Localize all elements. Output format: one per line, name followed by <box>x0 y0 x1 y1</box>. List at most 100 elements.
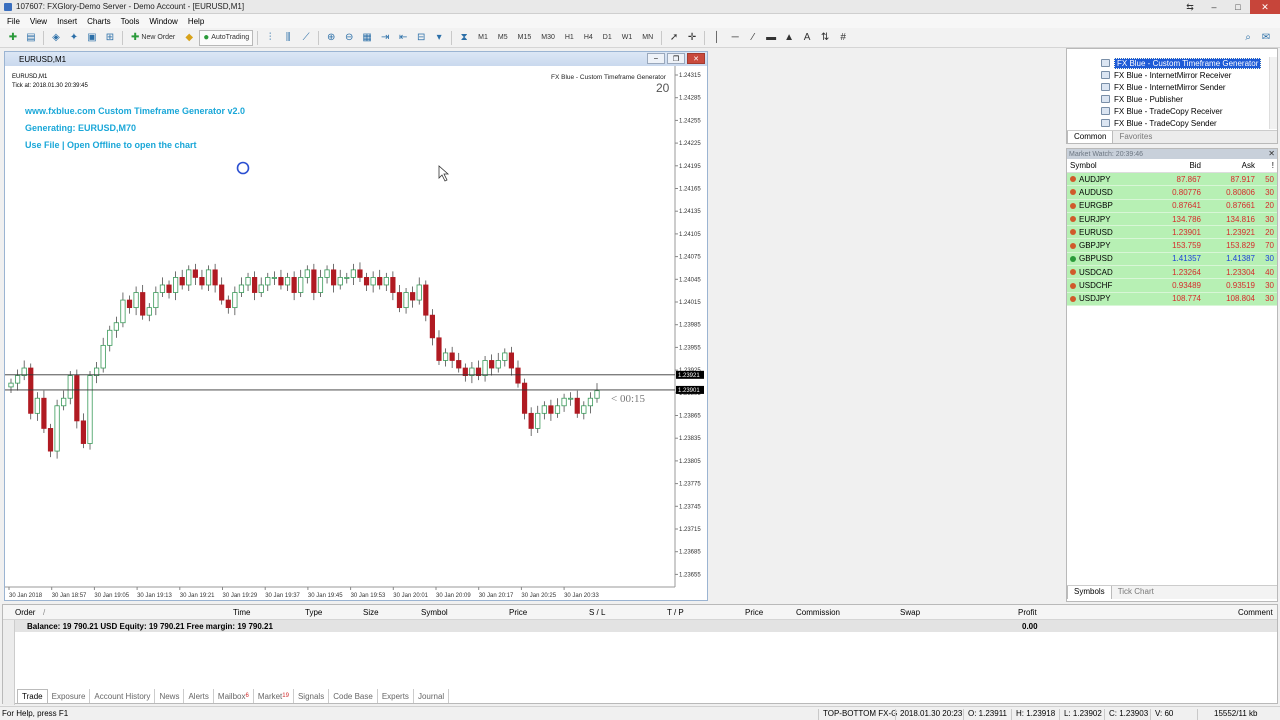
terminal-side-tab[interactable] <box>3 620 15 705</box>
column-profit[interactable]: Profit <box>1018 608 1037 617</box>
market-row[interactable]: AUDJPY 87.867 87.917 50 <box>1067 173 1277 187</box>
column-tp[interactable]: T / P <box>667 608 684 617</box>
new-order-button[interactable]: ✚ New Order <box>127 30 179 46</box>
column-current-price[interactable]: Price <box>745 608 763 617</box>
navigator-item[interactable]: FX Blue - TradeCopy Sender <box>1067 117 1273 129</box>
zoom-out-icon[interactable]: ⊖ <box>341 30 357 46</box>
text-icon[interactable]: A <box>799 30 815 46</box>
column-price[interactable]: Price <box>509 608 527 617</box>
timeframe-m5[interactable]: M5 <box>494 30 512 46</box>
menu-file[interactable]: File <box>2 17 25 26</box>
market-row[interactable]: GBPUSD 1.41357 1.41387 30 <box>1067 252 1277 267</box>
chart-shift-icon[interactable]: ⇤ <box>395 30 411 46</box>
timeframe-h4[interactable]: H4 <box>580 30 597 46</box>
terminal-tab-experts[interactable]: Experts <box>378 689 414 703</box>
column-symbol[interactable]: Symbol <box>421 608 448 617</box>
tab-favorites[interactable]: Favorites <box>1113 131 1158 143</box>
terminal-tab-account-history[interactable]: Account History <box>90 689 156 703</box>
chat-icon[interactable]: ✉ <box>1258 30 1274 46</box>
column-order[interactable]: Order <box>15 608 35 617</box>
column-size[interactable]: Size <box>363 608 379 617</box>
terminal-tab-exposure[interactable]: Exposure <box>48 689 91 703</box>
fibonacci-icon[interactable]: ▲ <box>781 30 797 46</box>
market-watch-icon[interactable]: ◈ <box>48 30 64 46</box>
terminal-icon[interactable]: ⊞ <box>102 30 118 46</box>
chart-close-button[interactable]: ✕ <box>687 53 705 64</box>
column-symbol[interactable]: Symbol <box>1067 161 1147 170</box>
tab-common[interactable]: Common <box>1067 131 1114 143</box>
navigator-item[interactable]: FX Blue - InternetMirror Sender <box>1067 81 1273 93</box>
autotrading-button[interactable]: ● AutoTrading <box>199 29 254 46</box>
market-row[interactable]: USDCHF 0.93489 0.93519 30 <box>1067 279 1277 293</box>
market-row[interactable]: EURUSD 1.23901 1.23921 20 <box>1067 226 1277 240</box>
timeframe-h1[interactable]: H1 <box>561 30 578 46</box>
market-row[interactable]: USDCAD 1.23264 1.23304 40 <box>1067 266 1277 280</box>
terminal-tab-news[interactable]: News <box>155 689 185 703</box>
profiles-icon[interactable]: ▤ <box>23 30 39 46</box>
column-spread[interactable]: ! <box>1255 161 1277 170</box>
restore-window-button[interactable]: ⇆ <box>1178 0 1202 14</box>
menu-insert[interactable]: Insert <box>52 17 82 26</box>
price-chart[interactable]: 1.24315 1.24285 1.24255 1.24225 1.24195 1.241… <box>5 66 707 600</box>
arrows-dropdown-icon[interactable]: ⇅ <box>817 30 833 46</box>
chart-minimize-button[interactable]: – <box>647 53 665 64</box>
menu-charts[interactable]: Charts <box>82 17 116 26</box>
timeframe-m1[interactable]: M1 <box>474 30 492 46</box>
objects-icon[interactable]: # <box>835 30 851 46</box>
crosshair-icon[interactable]: ✛ <box>684 30 700 46</box>
data-window-icon[interactable]: ✦ <box>66 30 82 46</box>
market-row[interactable]: AUDUSD 0.80776 0.80806 30 <box>1067 186 1277 200</box>
column-ask[interactable]: Ask <box>1201 161 1255 170</box>
timeframe-d1[interactable]: D1 <box>599 30 616 46</box>
balance-row[interactable]: Balance: 19 790.21 USD Equity: 19 790.21… <box>3 620 1277 632</box>
terminal-tab-market[interactable]: Market 19 <box>254 689 294 703</box>
menu-tools[interactable]: Tools <box>116 17 145 26</box>
navigator-item[interactable]: FX Blue - Publisher <box>1067 93 1273 105</box>
tab-tick-chart[interactable]: Tick Chart <box>1112 586 1160 599</box>
market-row[interactable]: GBPJPY 153.759 153.829 70 <box>1067 239 1277 253</box>
periods-icon[interactable]: ⧗ <box>456 30 472 46</box>
channel-icon[interactable]: ▬ <box>763 30 779 46</box>
tile-windows-icon[interactable]: ▦ <box>359 30 375 46</box>
metaeditor-icon[interactable]: ◆ <box>181 30 197 46</box>
terminal-tab-alerts[interactable]: Alerts <box>184 689 214 703</box>
navigator-item[interactable]: FX Blue - Custom Timeframe Generator <box>1067 57 1273 69</box>
terminal-tab-mailbox[interactable]: Mailbox 6 <box>214 689 254 703</box>
market-watch-close-button[interactable]: ✕ <box>1268 149 1275 158</box>
navigator-icon[interactable]: ▣ <box>84 30 100 46</box>
horizontal-line-icon[interactable]: ─ <box>727 30 743 46</box>
timeframe-mn[interactable]: MN <box>638 30 657 46</box>
column-commission[interactable]: Commission <box>796 608 840 617</box>
terminal-tab-code-base[interactable]: Code Base <box>329 689 378 703</box>
autoscroll-icon[interactable]: ⇥ <box>377 30 393 46</box>
search-icon[interactable]: ⌕ <box>1240 30 1256 46</box>
tab-symbols[interactable]: Symbols <box>1067 586 1112 599</box>
vertical-line-icon[interactable]: │ <box>709 30 725 46</box>
column-time[interactable]: Time <box>233 608 250 617</box>
terminal-tab-trade[interactable]: Trade <box>17 689 48 703</box>
chart-window[interactable]: EURUSD,M1 – ❐ ✕ 1.24315 1.24285 1.24255 1.2… <box>4 51 708 601</box>
candlestick-icon[interactable]: ⫼ <box>280 30 296 46</box>
minimize-window-button[interactable]: – <box>1202 0 1226 14</box>
market-row[interactable]: USDJPY 108.774 108.804 30 <box>1067 292 1277 306</box>
indicators-icon[interactable]: ⊟ <box>413 30 429 46</box>
timeframe-w1[interactable]: W1 <box>618 30 637 46</box>
new-chart-icon[interactable]: ✚ <box>5 30 21 46</box>
close-window-button[interactable]: ✕ <box>1250 0 1280 14</box>
cursor-icon[interactable]: ➚ <box>666 30 682 46</box>
line-chart-icon[interactable]: ⟋ <box>298 30 314 46</box>
column-type[interactable]: Type <box>305 608 322 617</box>
column-swap[interactable]: Swap <box>900 608 920 617</box>
menu-view[interactable]: View <box>25 17 52 26</box>
column-comment[interactable]: Comment <box>1238 608 1273 617</box>
timeframe-m30[interactable]: M30 <box>537 30 559 46</box>
navigator-scrollbar[interactable] <box>1269 57 1277 129</box>
timeframe-m15[interactable]: M15 <box>514 30 536 46</box>
chart-restore-button[interactable]: ❐ <box>667 53 685 64</box>
maximize-window-button[interactable]: □ <box>1226 0 1250 14</box>
column-sl[interactable]: S / L <box>589 608 605 617</box>
terminal-tab-journal[interactable]: Journal <box>414 689 450 703</box>
bar-chart-icon[interactable]: ⫶ <box>262 30 278 46</box>
menu-help[interactable]: Help <box>183 17 209 26</box>
menu-window[interactable]: Window <box>144 17 182 26</box>
